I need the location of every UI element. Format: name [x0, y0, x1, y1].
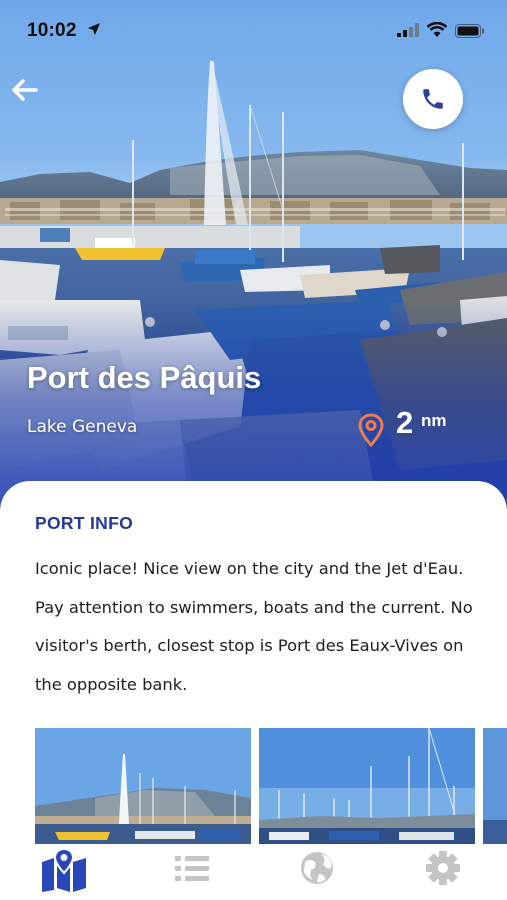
tab-map[interactable] — [40, 848, 88, 896]
back-button[interactable] — [8, 72, 44, 108]
gallery-photo[interactable] — [259, 728, 475, 845]
map-pin-icon — [358, 413, 384, 447]
port-title: Port des Pâquis — [27, 360, 262, 395]
port-info-card: PORT INFO Iconic place! Nice view on the… — [0, 481, 507, 900]
port-info-heading: PORT INFO — [35, 513, 133, 533]
gallery-photo[interactable] — [35, 728, 251, 845]
distance-value: 2 — [396, 405, 414, 440]
status-time: 10:02 — [27, 20, 77, 41]
wifi-icon — [427, 22, 447, 37]
list-icon — [175, 856, 209, 881]
tab-settings[interactable] — [419, 848, 467, 896]
tab-bar — [0, 844, 507, 900]
map-icon — [42, 848, 86, 892]
location-arrow-icon — [88, 23, 100, 35]
call-button[interactable] — [403, 69, 463, 129]
arrow-left-icon — [12, 79, 38, 101]
cellular-signal-icon — [397, 23, 419, 37]
tab-globe[interactable] — [293, 848, 341, 896]
gear-icon — [426, 851, 460, 885]
gallery-photo-image — [483, 728, 507, 845]
port-description: Iconic place! Nice view on the city and … — [35, 559, 473, 694]
phone-icon — [423, 89, 443, 109]
gallery-photo-image — [259, 728, 475, 845]
tab-list[interactable] — [167, 848, 215, 896]
photo-gallery[interactable] — [35, 728, 507, 845]
globe-icon — [301, 852, 333, 884]
status-bar: 10:02 — [0, 0, 507, 60]
gallery-photo-image — [35, 728, 251, 845]
battery-icon — [455, 24, 484, 38]
distance-unit: nm — [421, 411, 447, 430]
gallery-photo[interactable] — [483, 728, 507, 845]
port-location: Lake Geneva — [27, 417, 138, 437]
